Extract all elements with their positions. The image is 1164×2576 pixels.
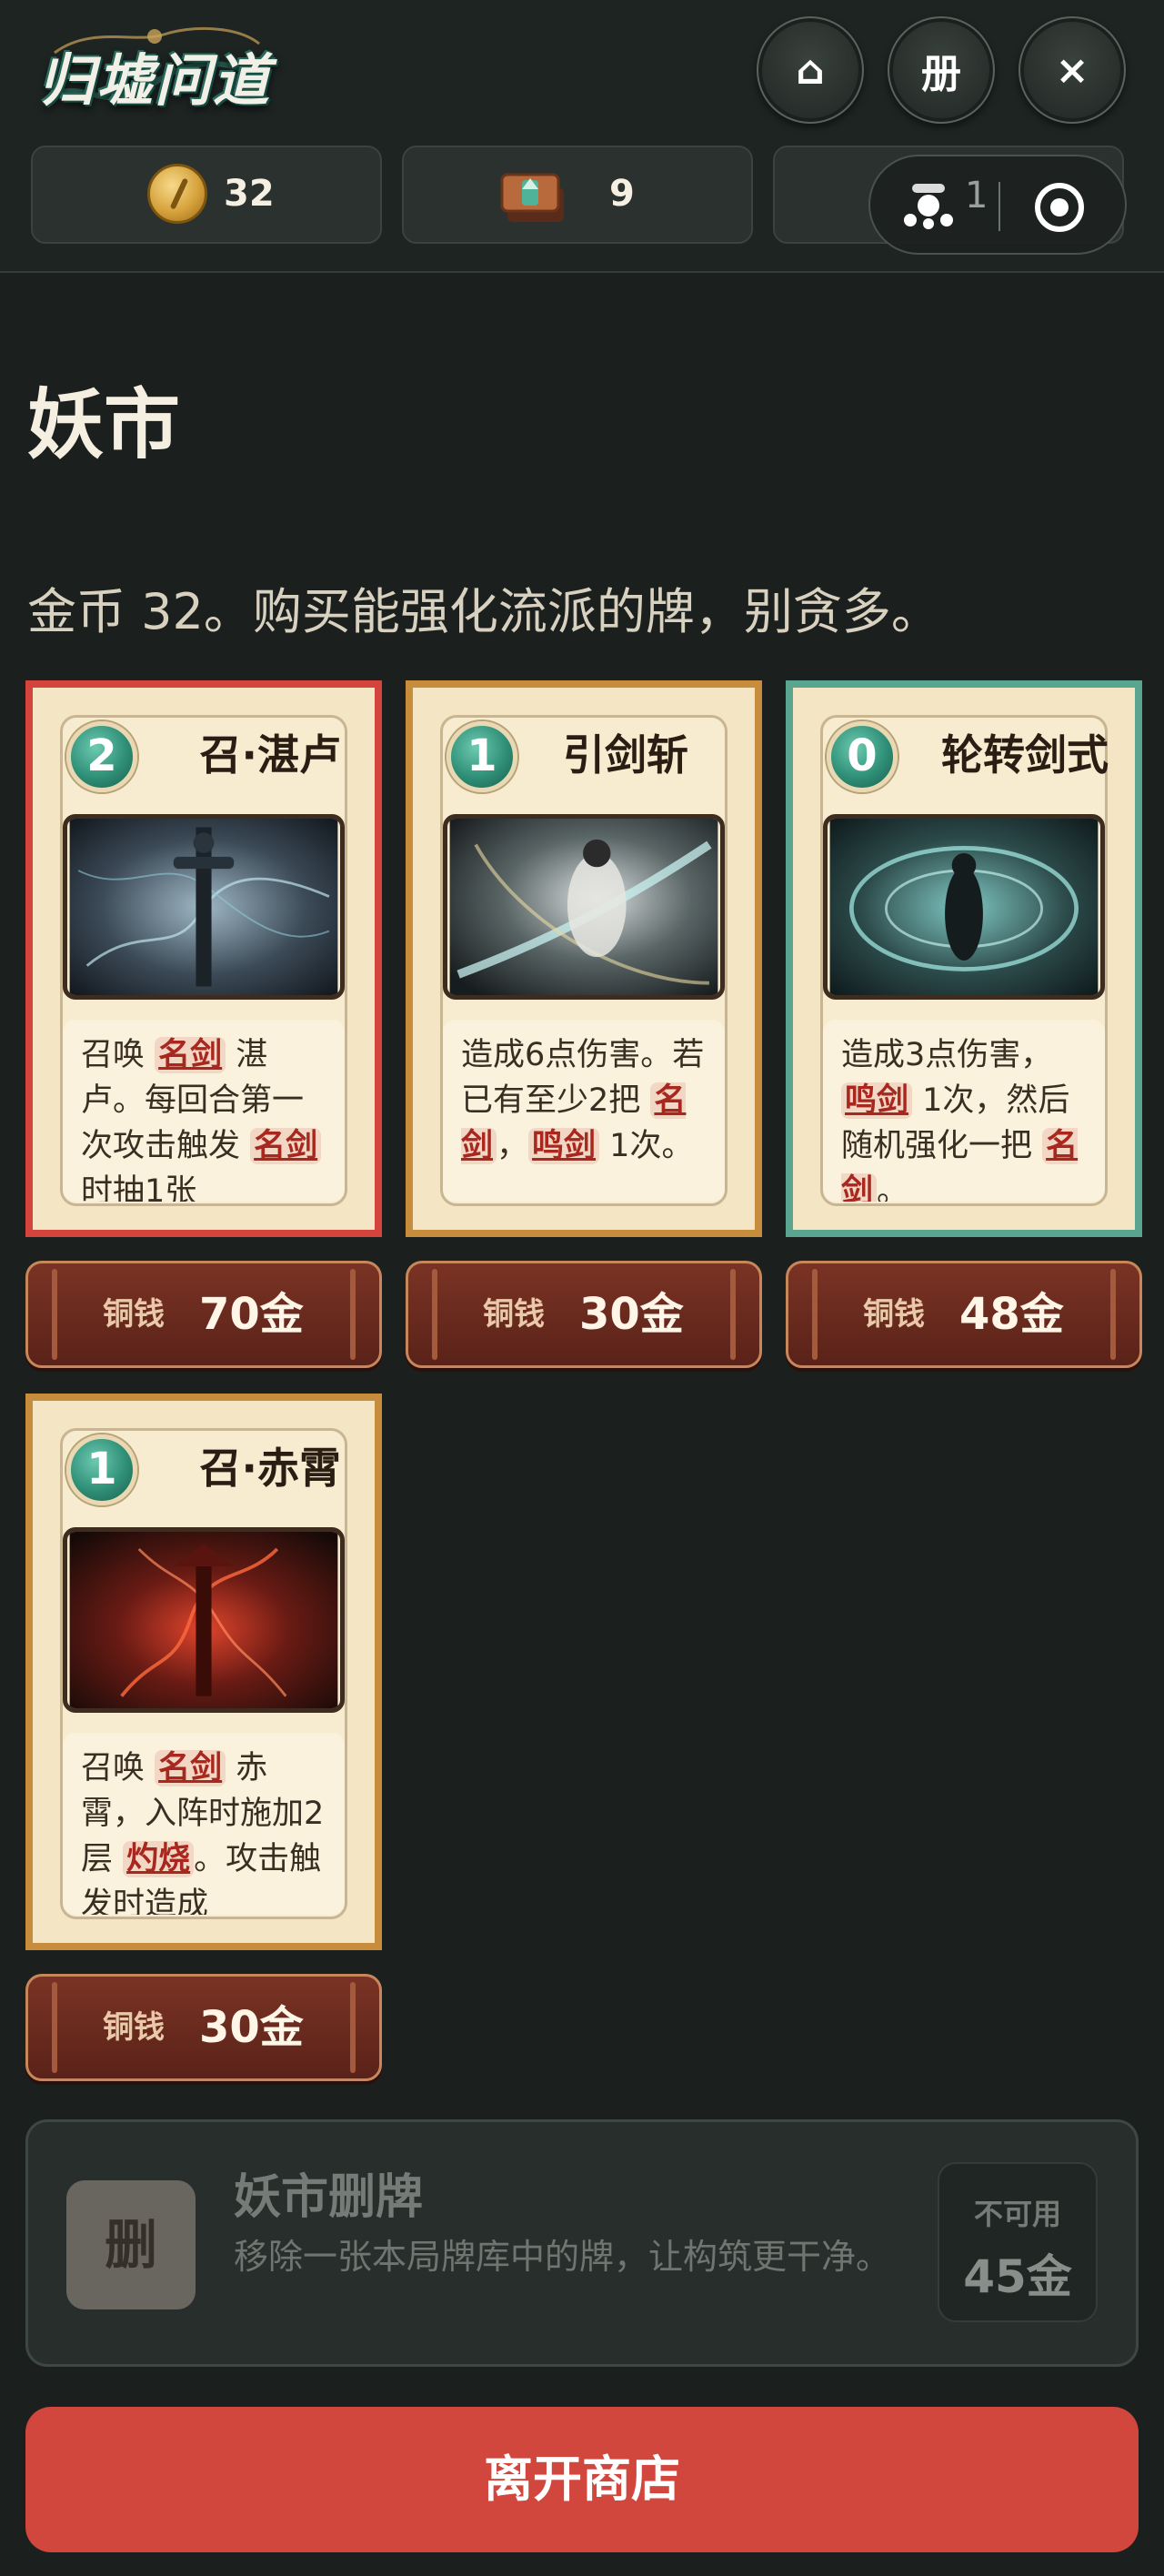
robot-count: 1	[965, 175, 988, 216]
shop-card-lunzhuanjianshi[interactable]: 0 轮转剑式 造成3点伤害，鸣剑 1次，然后随机强化一把 名剑。	[786, 680, 1142, 1237]
card-cost: 1	[66, 1434, 137, 1505]
shop-hint: 金币 32。购买能强化流派的牌，别贪多。	[27, 583, 940, 640]
card-name: 轮转剑式	[941, 730, 1109, 780]
capsule-divider	[998, 182, 1000, 231]
close-icon: ×	[1055, 46, 1089, 94]
target-icon[interactable]	[1034, 182, 1085, 233]
deck-book-button[interactable]: 册	[888, 16, 995, 124]
keyword-burn[interactable]: 灼烧	[123, 1841, 195, 1877]
gold-value: 32	[224, 173, 275, 215]
crimson-sword-art-icon	[69, 1532, 338, 1708]
keyword-famous-sword[interactable]: 名剑	[155, 1750, 226, 1786]
gold-coin-icon	[147, 164, 207, 224]
price-value: 48金	[959, 1289, 1064, 1340]
card-description: 召唤 名剑 赤霄，入阵时施加2层 灼烧 。攻击触发时造成	[63, 1733, 345, 1915]
desc-text: 召唤	[81, 1750, 156, 1786]
desc-text: 1次。	[599, 1128, 694, 1164]
card-description: 造成3点伤害，鸣剑 1次，然后随机强化一把 名剑。	[823, 1020, 1105, 1202]
card-art	[443, 814, 725, 1000]
top-bar: 归墟问道 ⌂ 册 × 32 9 1	[0, 0, 1164, 273]
game-logo: 归墟问道	[36, 16, 273, 126]
desc-text: 造成3点伤害，	[841, 1037, 1053, 1073]
logo-text: 归墟问道	[37, 47, 271, 114]
shop-card-zhanlu[interactable]: 2 召·湛卢 召唤 名剑 湛卢。每回合第一次攻击触发 名剑 时抽1张	[25, 680, 382, 1237]
chest-value: 9	[609, 173, 635, 215]
card-cost: 2	[66, 721, 137, 792]
price-currency-label: 铜钱	[863, 1296, 925, 1333]
price-currency-label: 铜钱	[103, 1296, 165, 1333]
remove-card-icon: 删	[66, 2180, 196, 2309]
card-name: 召·湛卢	[199, 730, 341, 780]
swordsman-slash-art-icon	[449, 819, 718, 995]
robot-icon[interactable]	[901, 180, 956, 231]
price-currency-label: 铜钱	[103, 2009, 165, 2046]
desc-text: 。	[877, 1173, 909, 1202]
card-name: 召·赤霄	[199, 1444, 341, 1493]
book-icon: 册	[921, 51, 961, 97]
card-frame: 0 轮转剑式 造成3点伤害，鸣剑 1次，然后随机强化一把 名剑。	[820, 715, 1109, 1206]
service-title: 妖市删牌	[234, 2170, 424, 2225]
card-art	[823, 814, 1105, 1000]
keyword-sword-ring[interactable]: 鸣剑	[841, 1082, 913, 1119]
sword-in-storm-art-icon	[69, 819, 338, 995]
treasure-chest-icon	[500, 173, 564, 222]
price-currency-label: 铜钱	[483, 1296, 545, 1333]
home-button[interactable]: ⌂	[757, 16, 864, 124]
card-art	[63, 1527, 345, 1713]
service-description: 移除一张本局牌库中的牌，让构筑更干净。	[234, 2237, 891, 2277]
keyword-famous-sword[interactable]: 名剑	[250, 1128, 322, 1164]
card-frame: 1 召·赤霄 召唤 名剑 赤霄，入阵时施加2层 灼烧 。攻击触发时造成	[60, 1428, 347, 1919]
card-cost: 0	[827, 721, 898, 792]
price-value: 30金	[199, 2002, 304, 2053]
keyword-sword-ring[interactable]: 鸣剑	[528, 1128, 600, 1164]
card-cost: 1	[447, 721, 517, 792]
buy-button-lunzhuanjianshi[interactable]: 铜钱 48金	[786, 1261, 1142, 1368]
chest-counter: 9	[402, 146, 753, 244]
spinning-blades-art-icon	[829, 819, 1099, 995]
shop-card-chixiao[interactable]: 1 召·赤霄 召唤 名剑 赤霄，入阵时施加2层 灼烧 。攻击触发时造成	[25, 1394, 382, 1950]
desc-text: ，	[497, 1128, 529, 1164]
price-value: 70金	[199, 1289, 304, 1340]
buy-button-zhanlu[interactable]: 铜钱 70金	[25, 1261, 382, 1368]
shop-card-yinjianzhan[interactable]: 1 引剑斩 造成6点伤害。若已有至少2把 名剑，鸣剑 1次。	[406, 680, 762, 1237]
card-name: 引剑斩	[563, 730, 688, 780]
page-title: 妖市	[27, 380, 181, 469]
desc-text: 召唤	[81, 1037, 156, 1073]
card-frame: 1 引剑斩 造成6点伤害。若已有至少2把 名剑，鸣剑 1次。	[440, 715, 728, 1206]
price-value: 30金	[579, 1289, 684, 1340]
buy-button-chixiao[interactable]: 铜钱 30金	[25, 1974, 382, 2081]
desc-text: 时抽1张	[81, 1173, 197, 1202]
keyword-famous-sword[interactable]: 名剑	[155, 1037, 226, 1073]
buy-button-yinjianzhan[interactable]: 铜钱 30金	[406, 1261, 762, 1368]
card-art	[63, 814, 345, 1000]
card-description: 召唤 名剑 湛卢。每回合第一次攻击触发 名剑 时抽1张	[63, 1020, 345, 1202]
gold-counter: 32	[31, 146, 382, 244]
home-icon: ⌂	[796, 46, 825, 94]
card-description: 造成6点伤害。若已有至少2把 名剑，鸣剑 1次。	[443, 1020, 725, 1202]
card-removal-service: 删 妖市删牌 移除一张本局牌库中的牌，让构筑更干净。 不可用 45金	[25, 2119, 1139, 2367]
close-button[interactable]: ×	[1018, 16, 1126, 124]
service-price-button: 不可用 45金	[938, 2162, 1098, 2322]
service-status: 不可用	[973, 2197, 1061, 2231]
leave-shop-button[interactable]: 离开商店	[25, 2407, 1139, 2552]
service-price: 45金	[963, 2250, 1072, 2303]
miniprogram-capsule[interactable]: 1	[868, 155, 1127, 255]
card-frame: 2 召·湛卢 召唤 名剑 湛卢。每回合第一次攻击触发 名剑 时抽1张	[60, 715, 347, 1206]
